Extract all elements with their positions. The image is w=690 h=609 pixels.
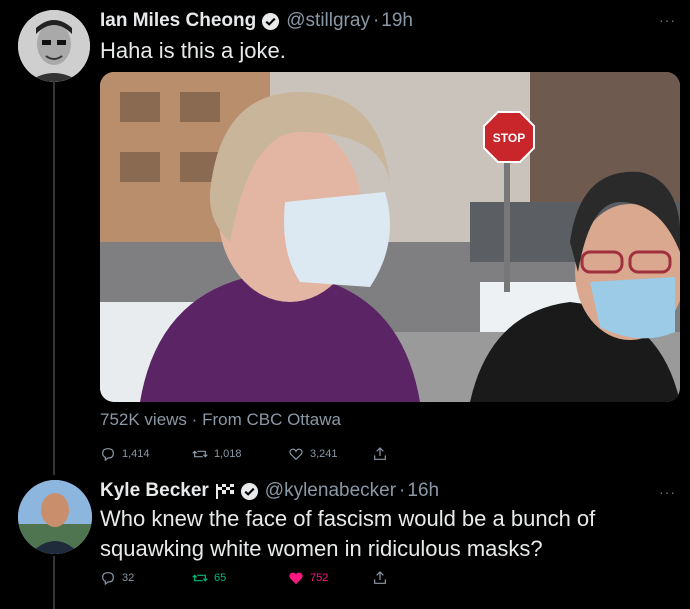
retweet-count: 1,018 xyxy=(214,448,242,460)
tweet-text-line: squawking white women in ridiculous mask… xyxy=(100,536,543,561)
more-icon[interactable]: ··· xyxy=(659,484,676,500)
separator-dot: · xyxy=(399,480,406,501)
like-icon xyxy=(289,572,303,585)
timestamp[interactable]: 19h xyxy=(381,10,413,32)
video-source[interactable]: From CBC Ottawa xyxy=(202,410,341,429)
share-button[interactable] xyxy=(372,446,456,462)
like-count: 3,241 xyxy=(310,448,338,460)
verified-icon xyxy=(240,482,258,500)
reply-button[interactable]: 1,414 xyxy=(100,446,184,462)
author-name[interactable]: Kyle Becker xyxy=(100,480,209,502)
video-media[interactable]: STOP xyxy=(100,72,680,402)
like-count: 752 xyxy=(310,572,329,584)
tweet-text: Who knew the face of fascism would be a … xyxy=(100,504,595,564)
reply-button[interactable]: 32 xyxy=(100,570,184,586)
share-icon xyxy=(374,447,386,460)
separator-dot: · xyxy=(191,410,198,429)
share-button[interactable] xyxy=(372,570,456,586)
retweet-button[interactable]: 1,018 xyxy=(192,446,288,462)
like-button[interactable]: 752 xyxy=(288,570,372,586)
reply-count: 1,414 xyxy=(122,448,150,460)
tweet-text: Haha is this a joke. xyxy=(100,38,286,63)
author-name[interactable]: Ian Miles Cheong xyxy=(100,10,256,32)
share-icon xyxy=(374,571,386,584)
like-button[interactable]: 3,241 xyxy=(288,446,372,462)
retweet-icon xyxy=(192,574,208,582)
retweet-icon xyxy=(192,450,208,458)
retweet-count: 65 xyxy=(214,572,227,584)
like-icon xyxy=(289,448,303,461)
reply-icon xyxy=(102,448,114,462)
stop-sign-label: STOP xyxy=(493,131,525,145)
author-handle[interactable]: @kylenabecker xyxy=(265,480,396,502)
avatar[interactable] xyxy=(18,10,90,82)
tweet-header: Ian Miles Cheong @stillgray · 19h xyxy=(100,10,413,32)
separator-dot: · xyxy=(372,10,380,31)
verified-icon xyxy=(262,12,280,30)
view-count: 752K views xyxy=(100,410,187,429)
thread-connector-line xyxy=(53,80,55,475)
timestamp[interactable]: 16h xyxy=(407,480,439,502)
avatar[interactable] xyxy=(18,480,92,554)
author-handle[interactable]: @stillgray xyxy=(286,10,370,32)
tweet-header: Kyle Becker @kylenabecker · 16h xyxy=(100,480,439,502)
tweet-actions: 32 65 752 xyxy=(100,570,456,586)
video-stats: 752K views · From CBC Ottawa xyxy=(100,410,341,430)
tweet-actions: 1,414 1,018 3,241 xyxy=(100,446,456,462)
reply-icon xyxy=(102,572,114,586)
retweet-button[interactable]: 65 xyxy=(192,570,288,586)
thread-connector-line-bottom xyxy=(53,556,55,609)
reply-count: 32 xyxy=(122,572,135,584)
checkered-flag-icon xyxy=(215,484,234,499)
tweet-text-line: Who knew the face of fascism would be a … xyxy=(100,506,596,531)
more-icon[interactable]: ··· xyxy=(659,12,676,28)
